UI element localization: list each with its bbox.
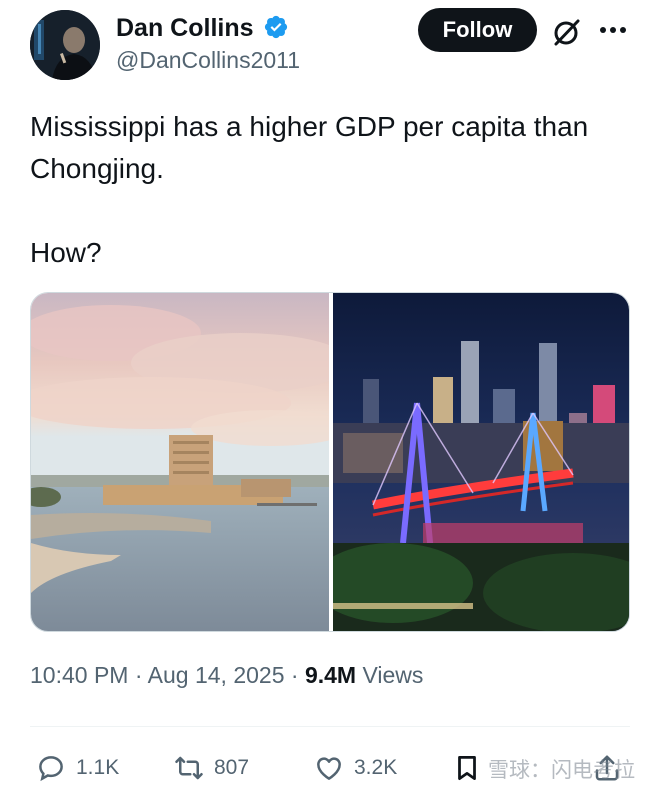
reply-icon xyxy=(39,756,63,782)
tweet-text-line: How? xyxy=(30,237,102,268)
media-grid xyxy=(30,292,630,632)
avatar[interactable] xyxy=(30,10,100,80)
tweet-text: Mississippi has a higher GDP per capita … xyxy=(30,106,640,274)
views-label: Views xyxy=(362,662,424,688)
bookmark-icon xyxy=(458,756,476,780)
like-button[interactable]: 3.2K xyxy=(314,752,397,784)
display-name[interactable]: Dan Collins xyxy=(116,14,254,43)
grok-icon[interactable] xyxy=(551,16,583,48)
bookmark-button[interactable] xyxy=(452,752,492,784)
tweet-time[interactable]: 10:40 PM xyxy=(30,662,128,688)
reply-count: 1.1K xyxy=(76,756,120,779)
tweet-meta: 10:40 PM · Aug 14, 2025 · 9.4M Views xyxy=(30,662,423,689)
verified-badge-icon xyxy=(264,15,288,39)
like-count: 3.2K xyxy=(354,756,398,779)
repost-icon xyxy=(175,756,203,780)
avatar-image xyxy=(30,10,100,80)
watermark: 雪球：闪电考拉 xyxy=(488,759,635,782)
repost-count: 807 xyxy=(214,756,250,779)
media-image-chongqing[interactable] xyxy=(333,293,629,631)
meta-separator: · xyxy=(290,662,299,688)
user-handle[interactable]: @DanCollins2011 xyxy=(116,47,300,74)
tweet-date[interactable]: Aug 14, 2025 xyxy=(148,662,285,688)
repost-button[interactable]: 807 xyxy=(174,752,249,784)
heart-icon xyxy=(317,757,341,780)
divider xyxy=(30,726,630,727)
views-count: 9.4M xyxy=(304,662,357,688)
tweet: Dan Collins @DanCollins2011 Follow Missi… xyxy=(0,0,660,790)
follow-button[interactable]: Follow xyxy=(418,8,537,52)
meta-separator: · xyxy=(134,662,143,688)
media-image-mississippi[interactable] xyxy=(31,293,329,631)
reply-button[interactable]: 1.1K xyxy=(36,752,119,784)
more-icon[interactable] xyxy=(597,20,629,40)
tweet-text-line: Mississippi has a higher GDP per capita … xyxy=(30,111,589,184)
